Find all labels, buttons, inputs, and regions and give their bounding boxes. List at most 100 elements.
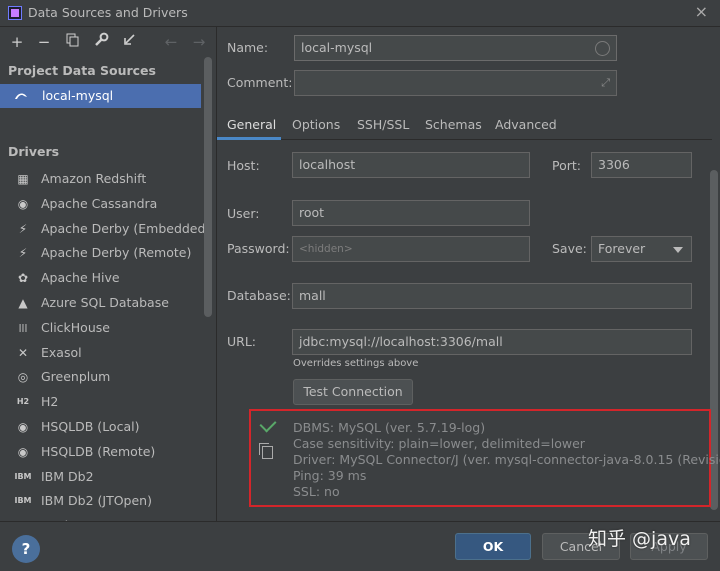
driver-icon: ◉ — [17, 196, 29, 211]
driver-item[interactable]: ◉ HSQLDB (Local) — [0, 415, 204, 440]
driver-icon: ▦ — [17, 172, 29, 186]
driver-label: HSQLDB (Remote) — [41, 443, 156, 459]
driver-icon: ⚡ — [18, 221, 28, 236]
driver-label: Apache Cassandra — [41, 195, 158, 211]
driver-icon: ||| — [18, 322, 28, 332]
driver-item[interactable]: ✕ Exasol — [0, 341, 204, 366]
result-line-driver: Driver: MySQL Connector/J (ver. mysql-co… — [293, 452, 720, 467]
driver-label: Greenplum — [41, 369, 111, 385]
drivers-list: ▦ Amazon Redshift ◉ Apache Cassandra ⚡ Apache… — [0, 167, 211, 539]
project-data-sources-header: Project Data Sources — [8, 63, 156, 78]
data-source-item[interactable]: local-mysql — [0, 84, 201, 108]
driver-icon: ◉ — [17, 419, 29, 434]
host-label: Host: — [227, 158, 260, 173]
connection-result-box: DBMS: MySQL (ver. 5.7.19-log) Case sensi… — [249, 409, 720, 507]
driver-item[interactable]: ⚡ Apache Derby (Remote) — [0, 241, 204, 266]
driver-icon: ⚡ — [18, 246, 28, 261]
save-dropdown[interactable]: Forever — [591, 236, 692, 262]
url-input[interactable]: jdbc:mysql://localhost:3306/mall — [292, 329, 692, 355]
driver-item[interactable]: ||| ClickHouse — [0, 316, 204, 341]
remove-icon[interactable]: − — [33, 31, 55, 53]
wrench-icon[interactable] — [90, 31, 112, 53]
data-source-label: local-mysql — [42, 88, 114, 103]
go-to-icon[interactable] — [118, 31, 140, 53]
driver-icon: ✿ — [17, 271, 29, 286]
password-label: Password: — [227, 241, 290, 256]
user-input[interactable]: root — [292, 200, 530, 226]
password-input[interactable]: <hidden> — [292, 236, 530, 262]
port-input[interactable]: 3306 — [591, 152, 692, 178]
help-button[interactable]: ? — [12, 535, 40, 563]
driver-label: Exasol — [41, 344, 82, 360]
back-icon: ← — [164, 33, 178, 51]
port-label: Port: — [552, 158, 581, 173]
left-scrollbar[interactable] — [204, 57, 212, 317]
database-label: Database: — [227, 288, 291, 303]
driver-label: H2 — [41, 394, 59, 410]
result-line-ssl: SSL: no — [293, 484, 340, 499]
tab-bar: General Options SSH/SSL Schemas Advanced — [217, 111, 712, 140]
add-icon[interactable]: + — [6, 31, 28, 53]
name-input[interactable]: local-mysql — [294, 35, 617, 61]
datagrip-app-icon — [8, 6, 22, 20]
driver-item[interactable]: H2 H2 — [0, 390, 204, 415]
test-connection-button[interactable]: Test Connection — [293, 379, 413, 405]
watermark: 知乎 @java — [588, 528, 691, 550]
name-value: local-mysql — [301, 40, 373, 55]
save-label: Save: — [552, 241, 587, 256]
comment-label: Comment: — [227, 75, 293, 90]
driver-icon: IBM — [14, 496, 32, 506]
forward-icon: → — [192, 33, 206, 51]
driver-item[interactable]: IBM IBM Db2 (JTOpen) — [0, 489, 204, 514]
copy-icon[interactable] — [259, 443, 273, 459]
driver-icon: ▲ — [18, 295, 28, 310]
driver-label: HSQLDB (Local) — [41, 418, 140, 434]
driver-label: IBM Db2 (JTOpen) — [41, 493, 152, 509]
tab-advanced[interactable]: Advanced — [495, 117, 557, 132]
driver-label: Apache Hive — [41, 270, 120, 286]
driver-item[interactable]: ⚡ Apache Derby (Embedded) — [0, 217, 211, 242]
driver-item[interactable]: ◎ Greenplum — [0, 365, 204, 390]
save-value: Forever — [598, 241, 646, 256]
window-title: Data Sources and Drivers — [28, 5, 188, 20]
mysql-dolphin-icon — [15, 93, 27, 99]
check-icon — [259, 415, 277, 433]
driver-icon: ◉ — [17, 444, 29, 459]
user-label: User: — [227, 206, 260, 221]
host-input[interactable]: localhost — [292, 152, 530, 178]
driver-icon: ◎ — [17, 370, 29, 385]
result-line-ping: Ping: 39 ms — [293, 468, 367, 483]
title-bar: Data Sources and Drivers × — [0, 0, 720, 27]
circle-indicator-icon — [595, 41, 610, 56]
tab-options[interactable]: Options — [292, 117, 340, 132]
tab-schemas[interactable]: Schemas — [425, 117, 482, 132]
driver-label: Apache Derby (Remote) — [41, 245, 192, 261]
driver-item[interactable]: ▲ Azure SQL Database — [0, 291, 204, 316]
chevron-down-icon — [673, 247, 683, 253]
driver-label: Azure SQL Database — [41, 294, 169, 310]
driver-label: IBM Db2 — [41, 468, 94, 484]
driver-item[interactable]: ✿ Apache Hive — [0, 266, 204, 291]
driver-item[interactable]: ◉ Apache Cassandra — [0, 192, 204, 217]
tab-general[interactable]: General — [227, 117, 276, 132]
left-pane: + − ← → Project Data Sources local-mysql… — [0, 27, 217, 533]
driver-label: Amazon Redshift — [41, 171, 147, 186]
driver-label: Apache Derby (Embedded) — [41, 220, 211, 236]
database-input[interactable]: mall — [292, 283, 692, 309]
drivers-header: Drivers — [8, 144, 60, 159]
driver-item[interactable]: IBM IBM Db2 — [0, 465, 204, 490]
driver-icon: ✕ — [17, 345, 29, 360]
ok-button[interactable]: OK — [455, 533, 531, 560]
driver-item[interactable]: ▦ Amazon Redshift — [0, 167, 204, 192]
driver-icon: H2 — [16, 397, 30, 407]
tab-ssh-ssl[interactable]: SSH/SSL — [357, 117, 409, 132]
expand-icon[interactable]: ⤢ — [601, 71, 610, 95]
comment-input[interactable]: ⤢ — [294, 70, 617, 96]
name-label: Name: — [227, 40, 269, 55]
url-hint: Overrides settings above — [293, 358, 419, 369]
driver-label: ClickHouse — [41, 319, 110, 335]
url-label: URL: — [227, 334, 257, 349]
driver-item[interactable]: ◉ HSQLDB (Remote) — [0, 440, 204, 465]
close-icon[interactable]: × — [695, 2, 708, 21]
duplicate-icon[interactable] — [62, 31, 84, 53]
